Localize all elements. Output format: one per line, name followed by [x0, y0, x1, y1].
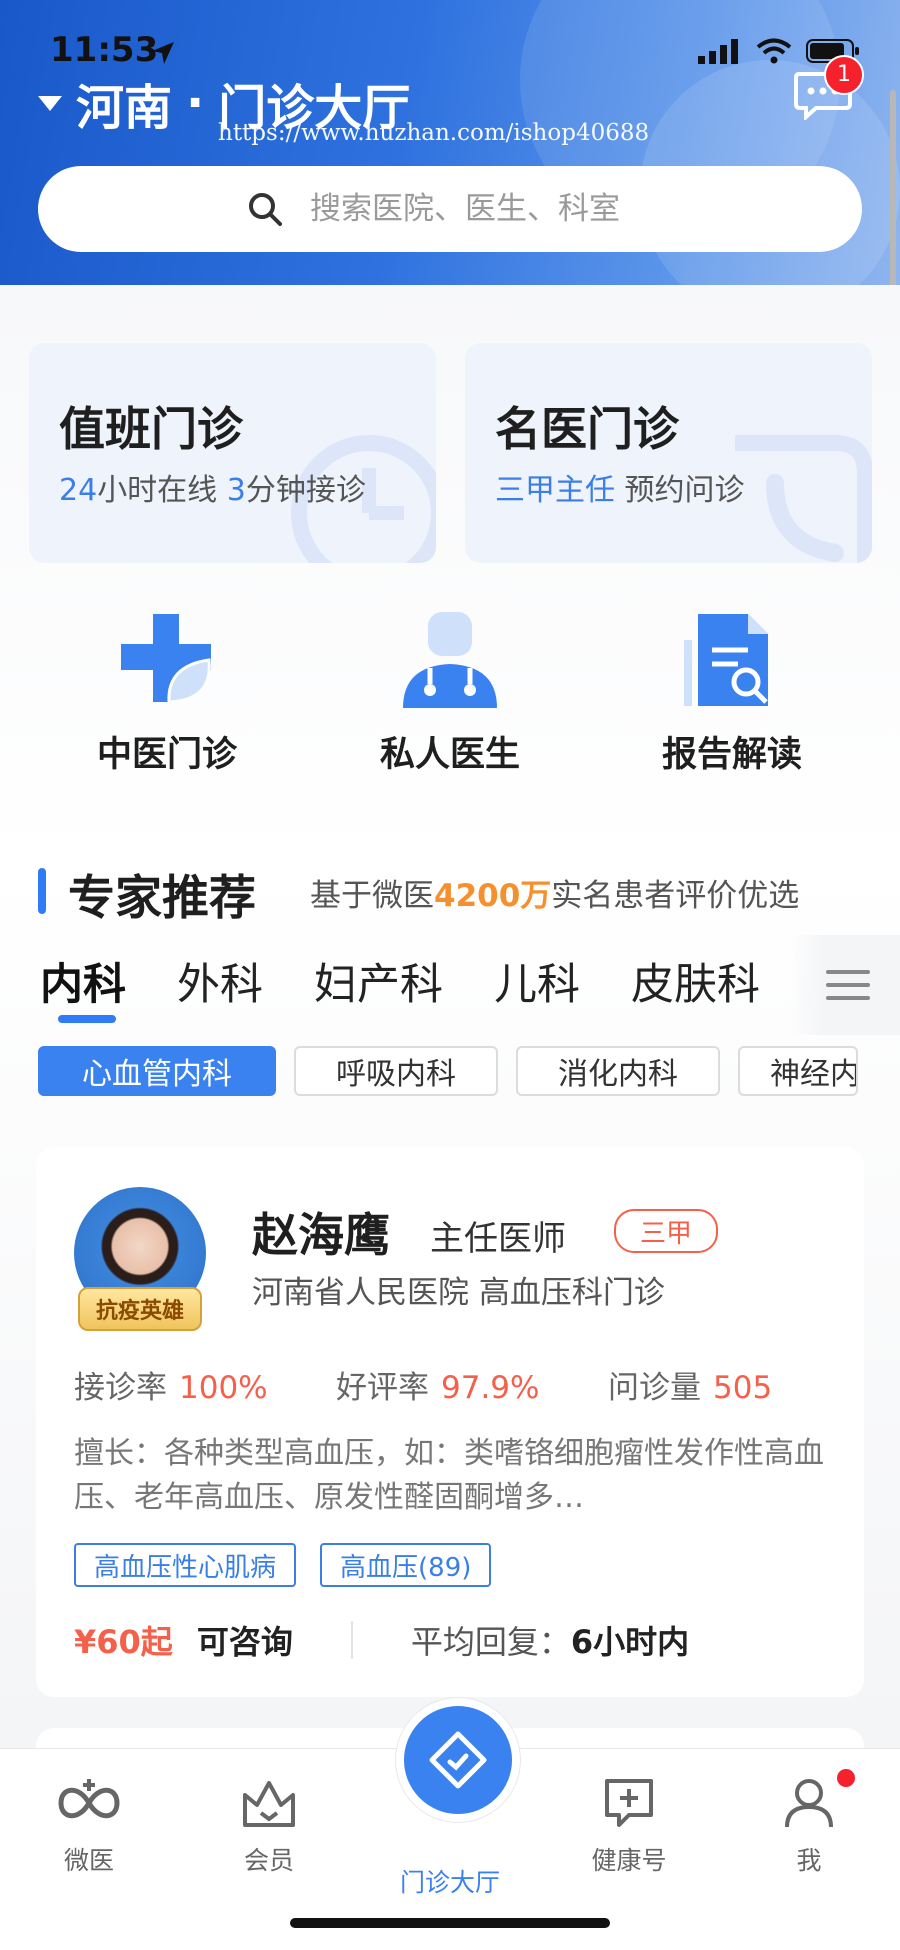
nav-me[interactable]: 我 — [749, 1769, 869, 1877]
hours-text: 小时在线 — [97, 473, 227, 508]
doctor-card[interactable]: 抗疫英雄 赵海鹰 主任医师 三甲 河南省人民医院 高血压科门诊 接诊率 100% … — [36, 1147, 864, 1697]
doctor-title: 主任医师 — [430, 1219, 566, 1259]
tab-dermatology[interactable]: 皮肤科 — [631, 950, 760, 1012]
city-name: 河南 — [76, 80, 173, 136]
stat-value: 97.9% — [441, 1370, 540, 1406]
reply-value: 6小时内 — [570, 1623, 690, 1661]
subtitle-number: 4200万 — [434, 878, 552, 914]
grid-item-tcm[interactable]: 中医门诊 — [52, 610, 282, 777]
appointment-text: 预约问诊 — [615, 473, 745, 508]
grid-label: 私人医生 — [379, 735, 520, 775]
search-icon — [249, 193, 282, 226]
diamond-check-icon — [429, 1731, 487, 1789]
nav-label: 微医 — [63, 1846, 114, 1875]
tab-pediatrics[interactable]: 儿科 — [494, 950, 580, 1012]
doctor-stethoscope-icon — [403, 612, 497, 708]
consult-price: ¥60起 — [74, 1623, 173, 1661]
duty-clinic-subtitle: 24小时在线 3分钟接诊 — [59, 465, 366, 509]
subdepartment-chips: 心血管内科 呼吸内科 消化内科 神经内 — [38, 1046, 858, 1096]
tab-obstetrics[interactable]: 妇产科 — [314, 950, 443, 1012]
doctor-stats: 接诊率 100% 好评率 97.9% 问诊量 505 — [74, 1362, 772, 1407]
consult-info: ¥60起 可咨询 平均回复：6小时内 — [74, 1617, 689, 1663]
section-subtitle: 基于微医4200万实名患者评价优选 — [310, 870, 799, 915]
divider — [350, 1621, 353, 1659]
stat-item: 接诊率 100% — [74, 1362, 336, 1407]
famous-doctor-subtitle: 三甲主任 预约问诊 — [495, 465, 745, 509]
section-accent-bar — [38, 868, 46, 914]
grid-label: 报告解读 — [661, 735, 802, 775]
nav-label: 会员 — [243, 1846, 294, 1875]
title-separator: · — [186, 75, 205, 131]
tag-hypertension[interactable]: 高血压(89) — [320, 1543, 492, 1587]
tab-internal-medicine[interactable]: 内科 — [40, 950, 126, 1012]
nav-label: 健康号 — [591, 1846, 667, 1875]
weiyi-logo-icon — [58, 1779, 120, 1819]
doctor-specialty: 擅长：各种类型高血压，如：类嗜铬细胞瘤性发作性高血压、老年高血压、原发性醛固酮增… — [74, 1436, 824, 1515]
signal-icon — [698, 39, 738, 64]
department-tabs: 内科 外科 妇产科 儿科 皮肤科 — [40, 950, 811, 1012]
grid-item-private-doctor[interactable]: 私人医生 — [335, 610, 565, 777]
search-bar[interactable] — [38, 166, 862, 252]
minutes-number: 3 — [226, 473, 246, 508]
crown-icon — [243, 1781, 295, 1827]
famous-doctor-title: 名医门诊 — [495, 402, 679, 456]
tabs-menu-button[interactable] — [790, 935, 900, 1035]
wifi-icon — [756, 38, 792, 64]
minutes-text: 分钟接诊 — [245, 473, 366, 508]
subtitle-suffix: 实名患者评价优选 — [551, 878, 800, 914]
stat-value: 505 — [713, 1370, 773, 1406]
hero-badge: 抗疫英雄 — [78, 1287, 202, 1331]
health-plus-message-icon — [605, 1779, 653, 1827]
duty-clinic-card[interactable]: 值班门诊 24小时在线 3分钟接诊 — [29, 343, 436, 563]
stat-item: 问诊量 505 — [608, 1362, 772, 1407]
stat-value: 100% — [179, 1370, 268, 1406]
reply-label: 平均回复： — [410, 1623, 571, 1661]
header-banner: 11:53 河南 · 门诊大厅 https://www.huzhan.com/i… — [0, 0, 900, 285]
user-icon — [785, 1779, 833, 1828]
watermark-text: https://www.huzhan.com/ishop40688 — [218, 120, 650, 146]
hours-number: 24 — [59, 473, 98, 508]
report-search-icon — [684, 614, 768, 706]
chevron-down-icon — [38, 95, 62, 111]
stat-item: 好评率 97.9% — [336, 1362, 608, 1407]
chip-gastroenterology[interactable]: 消化内科 — [516, 1046, 720, 1096]
nav-member[interactable]: 会员 — [209, 1775, 329, 1877]
chip-neurology[interactable]: 神经内 — [738, 1046, 858, 1096]
stat-label: 好评率 — [336, 1370, 429, 1406]
subtitle-prefix: 基于微医 — [310, 878, 434, 914]
clinic-hall-button[interactable] — [396, 1698, 520, 1822]
stat-label: 问诊量 — [608, 1370, 701, 1406]
chip-cardiology[interactable]: 心血管内科 — [38, 1046, 276, 1096]
search-input[interactable] — [308, 190, 652, 228]
menu-icon — [826, 970, 870, 1000]
nav-clinic-hall[interactable]: 门诊大厅 — [390, 1857, 510, 1899]
location-arrow-icon — [152, 42, 174, 64]
doctor-hospital: 河南省人民医院 高血压科门诊 — [252, 1275, 665, 1311]
chip-respiratory[interactable]: 呼吸内科 — [294, 1046, 498, 1096]
section-title: 专家推荐 — [68, 871, 256, 926]
disease-tags: 高血压性心肌病 高血压(89) — [74, 1543, 492, 1587]
consult-status: 可咨询 — [196, 1623, 293, 1661]
nav-health[interactable]: 健康号 — [569, 1775, 689, 1877]
message-badge: 1 — [824, 55, 864, 95]
average-reply: 平均回复：6小时内 — [411, 1617, 689, 1663]
nav-label: 门诊大厅 — [399, 1868, 500, 1897]
hospital-level-badge: 三甲 — [614, 1209, 718, 1253]
doctor-name: 赵海鹰 — [252, 1208, 390, 1262]
stat-label: 接诊率 — [74, 1370, 167, 1406]
status-time: 11:53 — [50, 30, 159, 70]
nav-weiyi[interactable]: 微医 — [29, 1775, 149, 1877]
tcm-cross-leaf-icon — [121, 614, 211, 704]
home-indicator — [290, 1918, 610, 1928]
grid-label: 中医门诊 — [96, 735, 237, 775]
grid-item-report[interactable]: 报告解读 — [617, 610, 847, 777]
tag-hypertensive-cardiomyopathy[interactable]: 高血压性心肌病 — [74, 1543, 297, 1587]
notification-dot — [837, 1769, 855, 1787]
grade-text: 三甲主任 — [495, 473, 615, 508]
famous-doctor-card[interactable]: 名医门诊 三甲主任 预约问诊 — [465, 343, 872, 563]
tab-surgery[interactable]: 外科 — [177, 950, 263, 1012]
duty-clinic-title: 值班门诊 — [59, 402, 243, 456]
tab-active-indicator — [58, 1015, 116, 1023]
nav-label: 我 — [796, 1846, 822, 1875]
